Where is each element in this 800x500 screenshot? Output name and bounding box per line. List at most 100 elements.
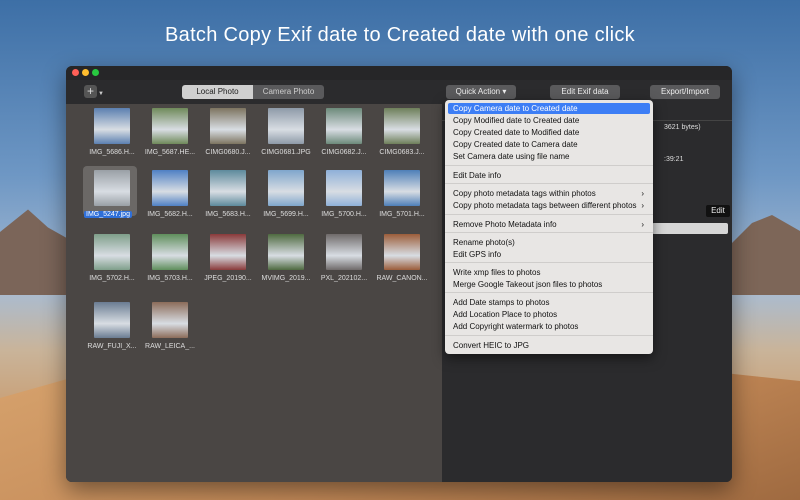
chevron-right-icon: › — [641, 201, 644, 210]
menu-item-label: Write xmp files to photos — [453, 268, 541, 277]
mountain-right — [720, 215, 800, 295]
photo-image — [384, 108, 420, 144]
menu-item-label: Merge Google Takeout json files to photo… — [453, 280, 603, 289]
menu-item-label: Copy photo metadata tags between differe… — [453, 201, 637, 210]
menu-item[interactable]: Set Camera date using file name — [448, 151, 650, 162]
photo-image — [384, 234, 420, 270]
edit-exif-button[interactable]: Edit Exif data — [550, 85, 620, 99]
export-import-button[interactable]: Export/Import — [650, 85, 720, 99]
menu-item[interactable]: Convert HEIC to JPG — [448, 340, 650, 351]
menu-separator — [445, 214, 653, 215]
detail-field[interactable] — [652, 223, 728, 234]
menu-separator — [445, 183, 653, 184]
photo-image — [210, 170, 246, 206]
menu-item[interactable]: Copy Camera date to Created date — [448, 103, 650, 114]
menu-item[interactable]: Add Copyright watermark to photos — [448, 321, 650, 332]
menu-separator — [445, 292, 653, 293]
title-bar — [66, 66, 732, 80]
menu-item[interactable]: Copy Created date to Modified date — [448, 127, 650, 138]
photo-image — [94, 302, 130, 338]
photo-image — [268, 170, 304, 206]
photo-image — [152, 170, 188, 206]
photo-filename: PXL_202102... — [320, 275, 368, 282]
menu-item-label: Copy Modified date to Created date — [453, 116, 580, 125]
add-photo-button[interactable]: + — [84, 85, 97, 98]
chevron-down-icon: ▼ — [98, 91, 104, 97]
menu-item[interactable]: Copy photo metadata tags between differe… — [448, 200, 650, 211]
menu-item-label: Rename photo(s) — [453, 238, 515, 247]
photo-image — [152, 302, 188, 338]
menu-item[interactable]: Edit GPS info — [448, 249, 650, 260]
menu-item-label: Add Date stamps to photos — [453, 298, 550, 307]
menu-item-label: Edit GPS info — [453, 250, 502, 259]
chevron-right-icon: › — [641, 220, 644, 229]
photo-filename: IMG_5687.HE... — [144, 149, 196, 156]
menu-item[interactable]: Copy Created date to Camera date — [448, 139, 650, 150]
menu-item[interactable]: Rename photo(s) — [448, 237, 650, 248]
menu-item-label: Edit Date info — [453, 171, 502, 180]
menu-item-label: Copy Created date to Modified date — [453, 128, 580, 137]
menu-item-label: Convert HEIC to JPG — [453, 341, 530, 350]
menu-item[interactable]: Add Location Place to photos — [448, 309, 650, 320]
menu-separator — [445, 165, 653, 166]
tab-local-photo[interactable]: Local Photo — [182, 85, 253, 99]
photo-image — [268, 108, 304, 144]
photo-filename: IMG_5682.H... — [147, 211, 193, 218]
photo-filename: IMG_5686.H... — [89, 149, 135, 156]
photo-image — [268, 234, 304, 270]
quick-action-button[interactable]: Quick Action ▾ — [446, 85, 516, 99]
file-size-text: 3621 bytes) — [664, 124, 701, 131]
photo-image — [326, 108, 362, 144]
menu-item[interactable]: Write xmp files to photos — [448, 267, 650, 278]
photo-image — [210, 234, 246, 270]
photo-filename: CIMG0680.J... — [205, 149, 251, 156]
edit-button[interactable]: Edit — [706, 205, 730, 217]
menu-item-label: Remove Photo Metadata info — [453, 220, 557, 229]
photo-filename: IMG_5247.jpg — [84, 211, 132, 218]
photo-image — [152, 108, 188, 144]
photo-filename: RAW_LEICA_... — [145, 343, 195, 350]
photo-image — [94, 108, 130, 144]
time-text: :39:21 — [664, 156, 684, 163]
menu-separator — [445, 335, 653, 336]
chevron-right-icon: › — [641, 189, 644, 198]
menu-item[interactable]: Add Date stamps to photos — [448, 297, 650, 308]
photo-filename: CIMG0682.J... — [321, 149, 367, 156]
close-window-button[interactable] — [72, 69, 79, 76]
photo-image — [384, 170, 420, 206]
photo-filename: IMG_5700.H... — [321, 211, 367, 218]
menu-item[interactable]: Remove Photo Metadata info › — [448, 219, 650, 230]
menu-separator — [445, 262, 653, 263]
menu-item[interactable]: Merge Google Takeout json files to photo… — [448, 279, 650, 290]
photo-filename: CIMG0681.JPG — [261, 149, 311, 156]
photo-image — [326, 234, 362, 270]
photo-filename: IMG_5702.H... — [89, 275, 135, 282]
photo-filename: CIMG0683.J... — [379, 149, 425, 156]
photo-filename: IMG_5701.H... — [379, 211, 425, 218]
menu-item-label: Add Location Place to photos — [453, 310, 558, 319]
menu-item[interactable]: Copy photo metadata tags within photos › — [448, 188, 650, 199]
menu-item-label: Copy Camera date to Created date — [453, 104, 578, 113]
photo-filename: MVIMG_2019... — [261, 275, 311, 282]
photo-filename: IMG_5683.H... — [205, 211, 251, 218]
photo-filename: IMG_5699.H... — [263, 211, 309, 218]
photo-image — [210, 108, 246, 144]
menu-item-label: Copy Created date to Camera date — [453, 140, 578, 149]
photo-filename: JPEG_20190... — [204, 275, 252, 282]
photo-filename: IMG_5703.H... — [147, 275, 193, 282]
menu-item-label: Set Camera date using file name — [453, 152, 570, 161]
photo-filename: RAW_FUJI_X... — [87, 343, 137, 350]
menu-separator — [445, 232, 653, 233]
zoom-window-button[interactable] — [92, 69, 99, 76]
photo-filename: RAW_CANON... — [376, 275, 428, 282]
photo-image — [326, 170, 362, 206]
minimize-window-button[interactable] — [82, 69, 89, 76]
photo-image — [94, 234, 130, 270]
menu-item[interactable]: Copy Modified date to Created date — [448, 115, 650, 126]
quick-action-menu: Copy Camera date to Created date Copy Mod… — [445, 100, 653, 354]
tab-camera-photo[interactable]: Camera Photo — [253, 85, 324, 99]
menu-item[interactable]: Edit Date info — [448, 170, 650, 181]
menu-item-label: Copy photo metadata tags within photos — [453, 189, 596, 198]
menu-item-label: Add Copyright watermark to photos — [453, 322, 579, 331]
photo-image — [152, 234, 188, 270]
